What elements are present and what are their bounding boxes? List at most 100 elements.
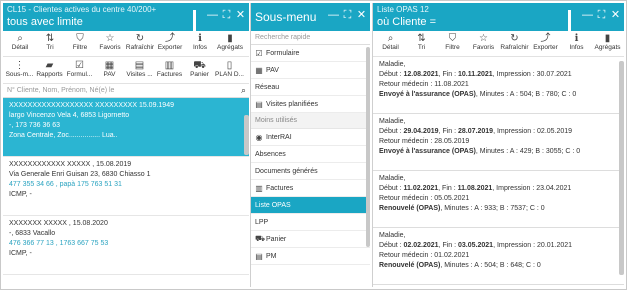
apps-grid-icon[interactable]	[568, 9, 579, 40]
invoice-icon: ▥	[255, 183, 263, 193]
plan-d-button[interactable]: ▯ PLAN D...	[215, 57, 244, 83]
minimize-icon[interactable]: —	[582, 9, 593, 40]
impression-date: 30.07.2021	[536, 71, 572, 78]
tri-button[interactable]: ⇅ Tri	[35, 31, 65, 56]
expand-icon[interactable]: ⛶	[342, 9, 353, 21]
factures-button[interactable]: ▥ Factures	[155, 57, 184, 83]
client-list-item[interactable]: XXXXXXXXXXXX XXXXX , 15.08.2019 Via Gener…	[3, 157, 249, 216]
opas-record[interactable]: Maladie, Début : 02.02.2021, Fin : 03.05.…	[373, 228, 624, 285]
submenu-item-absences[interactable]: Absences	[251, 146, 370, 163]
submenu-item-label: Documents générés	[255, 167, 318, 175]
submenu-item-formulaire[interactable]: ☑ Formulaire	[251, 45, 370, 62]
minimize-icon[interactable]: —	[328, 9, 339, 21]
client-name: XXXXXXXXXXXX XXXXX , 15.08.2019	[9, 161, 132, 168]
minimize-icon[interactable]: —	[207, 9, 218, 40]
expand-icon[interactable]: ⛶	[221, 9, 232, 40]
panier-button[interactable]: ⛟ Panier	[185, 57, 214, 83]
submenu-item-label: Absences	[255, 150, 286, 158]
minutes-values: A : 504; B : 648; C : 0	[474, 262, 541, 269]
submenu-item-interrai[interactable]: ◉ InterRAI	[251, 129, 370, 146]
favoris-button[interactable]: ☆ Favoris	[468, 31, 499, 56]
calendar-icon: ▤	[134, 60, 145, 71]
client-address: -, 6833 Vacallo	[9, 230, 56, 237]
submenu-item-pav[interactable]: ▦ PAV	[251, 62, 370, 79]
toolbar-label: Détail	[382, 44, 399, 51]
pav-button[interactable]: ▦ PAV	[95, 57, 124, 83]
folder-icon: ▰	[45, 60, 54, 71]
star-icon: ☆	[479, 33, 488, 44]
close-icon[interactable]: ✕	[610, 9, 621, 40]
client-list-item[interactable]: XXXXXXX XXXXX , 15.08.2020 -, 6833 Vacall…	[3, 216, 249, 275]
d-tail-button[interactable]: ⌕ Détail	[375, 31, 406, 56]
expand-icon[interactable]: ⛶	[596, 9, 607, 40]
debut-label: Début :	[379, 185, 404, 192]
fin-date: 11.08.2021	[457, 185, 493, 192]
submenu-item-pm[interactable]: ▤ PM	[251, 248, 370, 265]
apps-grid-icon[interactable]	[193, 9, 204, 40]
close-icon[interactable]: ✕	[235, 9, 246, 40]
fin-date: 10.11.2021	[458, 71, 493, 78]
impression-label: , Impression :	[493, 128, 538, 135]
opas-record[interactable]: Maladie, Début : 12.08.2021, Fin : 10.11.…	[373, 57, 624, 114]
tri-button[interactable]: ⇅ Tri	[406, 31, 437, 56]
exporter-button[interactable]: ⤴ Exporter	[155, 31, 185, 56]
fin-label: , Fin :	[438, 128, 459, 135]
fin-label: , Fin :	[438, 71, 459, 78]
toolbar-label: Visites ...	[126, 71, 153, 78]
submenu-item-visites-planifi-es[interactable]: ▤ Visites planifiées	[251, 96, 370, 113]
toolbar-label: Filtre	[72, 44, 88, 51]
submenu-item-label: Formulaire	[266, 49, 300, 57]
submenu-item-lpp[interactable]: LPP	[251, 214, 370, 231]
record-type: Maladie,	[379, 61, 406, 68]
submenu-item-label: LPP	[255, 218, 269, 226]
rafra-chir-button[interactable]: ↻ Rafraîchir	[125, 31, 155, 56]
filtre-button[interactable]: ⛉ Filtre	[65, 31, 95, 56]
exporter-button[interactable]: ⤴ Exporter	[530, 31, 561, 56]
fin-label: , Fin :	[438, 185, 458, 192]
quick-search-placeholder: Recherche rapide	[255, 34, 311, 41]
close-icon[interactable]: ✕	[356, 9, 367, 21]
formul-button[interactable]: ☑ Formul...	[65, 57, 94, 83]
filtre-button[interactable]: ⛉ Filtre	[437, 31, 468, 56]
scrollbar[interactable]	[366, 47, 370, 247]
client-list-item[interactable]: XXXXXXXXXXXXXXXXXX XXXXXXXXX 15.09.1949 l…	[3, 98, 249, 157]
submenu-item-factures[interactable]: ▥ Factures	[251, 180, 370, 197]
toolbar-label: Favoris	[472, 44, 495, 51]
toolbar-label: Infos	[192, 44, 208, 51]
sort-icon: ⇅	[417, 33, 426, 44]
calendar-icon: ▤	[255, 251, 263, 261]
search-placeholder: N° Cliente, Nom, Prénom, Né(e) le	[7, 87, 115, 94]
scrollbar[interactable]	[619, 61, 624, 275]
submenu-item-panier[interactable]: ⛟ Panier	[251, 231, 370, 248]
opas-record[interactable]: Maladie, Début : 11.02.2021, Fin : 11.08.…	[373, 171, 624, 228]
fin-label: , Fin :	[438, 242, 459, 249]
search-icon[interactable]: ⌕	[241, 85, 246, 96]
client-list-toolbar-secondary: ⋮ Sous-m... ▰ Rapports ☑ Formul... ▦ PAV ▤ Visite…	[3, 57, 249, 84]
impression-label: , Impression :	[492, 71, 537, 78]
minutes-label: , Minutes :	[440, 205, 475, 212]
toolbar-label: Rafraîchir	[125, 44, 155, 51]
minutes-label: , Minutes :	[475, 148, 510, 155]
debut-date: 12.08.2021	[403, 71, 439, 78]
submenu-header: Sous-menu — ⛶ ✕	[251, 3, 370, 31]
d-tail-button[interactable]: ⌕ Détail	[5, 31, 35, 56]
quick-search-input[interactable]: Recherche rapide	[251, 31, 370, 45]
submenu-item-liste-opas[interactable]: Liste OPAS	[251, 197, 370, 214]
record-type: Maladie,	[379, 175, 406, 182]
record-type: Maladie,	[379, 232, 406, 239]
client-search-input[interactable]: N° Cliente, Nom, Prénom, Né(e) le ⌕	[3, 84, 249, 98]
favoris-button[interactable]: ☆ Favoris	[95, 31, 125, 56]
rapports-button[interactable]: ▰ Rapports	[35, 57, 64, 83]
submenu-item-label: Réseau	[255, 83, 280, 91]
minutes-values: A : 429; B : 3055; C : 0	[509, 148, 581, 155]
client-phone: 477 355 34 66 , papà 175 763 51 31	[9, 181, 122, 188]
opas-record[interactable]: Maladie, Début : 29.04.2019, Fin : 28.07.…	[373, 114, 624, 171]
toolbar-label: Exporter	[533, 44, 558, 51]
submenu-item-documents-g-n-r-s[interactable]: Documents générés	[251, 163, 370, 180]
submenu-list: Recherche rapide ☑ Formulaire ▦ PAV Réseau ▤ V…	[251, 31, 370, 265]
visites-button[interactable]: ▤ Visites ...	[125, 57, 154, 83]
scrollbar[interactable]	[244, 115, 249, 155]
sous-m-button[interactable]: ⋮ Sous-m...	[5, 57, 34, 83]
submenu-item-r-seau[interactable]: Réseau	[251, 79, 370, 96]
rafra-chir-button[interactable]: ↻ Rafraîchir	[499, 31, 530, 56]
